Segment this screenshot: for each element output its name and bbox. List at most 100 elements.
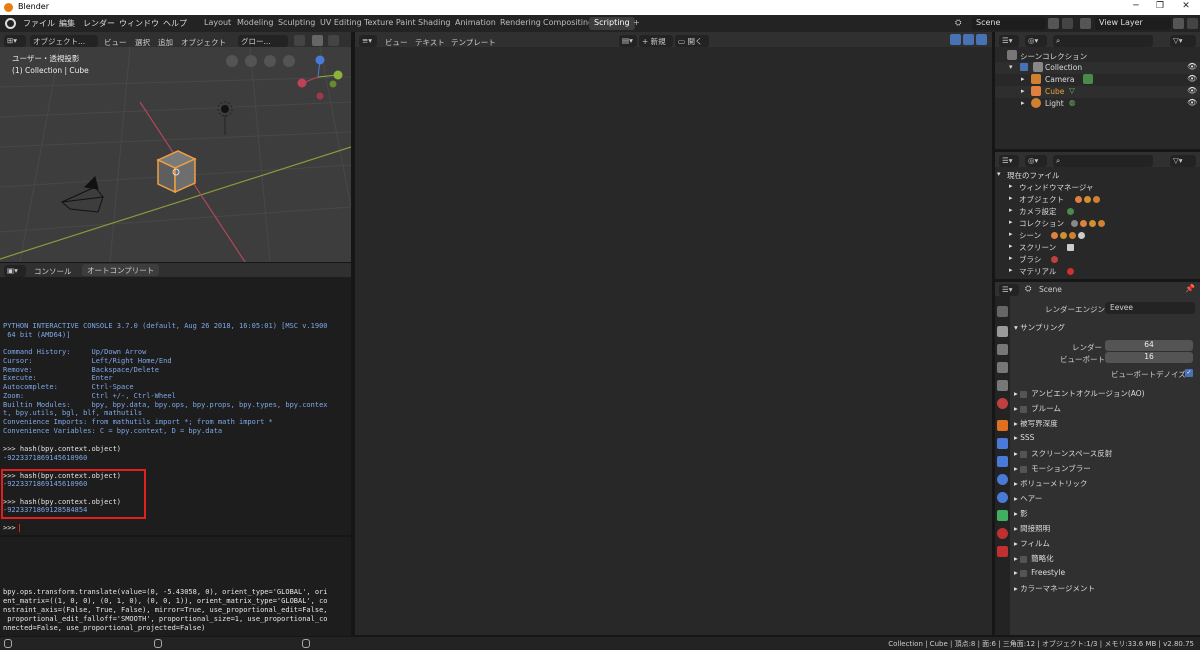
view-layer-icon[interactable] bbox=[1080, 18, 1091, 29]
outliner-row-collection[interactable]: ▾ Collection 👁 bbox=[995, 62, 1200, 74]
indirect-lighting-panel-header[interactable]: ▸ 間接照明 bbox=[1014, 523, 1196, 536]
bloom-panel-header[interactable]: ▸ ブルーム bbox=[1014, 403, 1196, 416]
render-tab-icon[interactable] bbox=[997, 326, 1008, 337]
menu-help[interactable]: ヘルプ bbox=[163, 18, 187, 29]
expand-arrow-icon[interactable]: ▸ bbox=[1009, 242, 1013, 250]
orientation-dropdown[interactable]: グロー... bbox=[238, 35, 288, 47]
modifier-tab-icon[interactable] bbox=[997, 438, 1008, 449]
delete-view-layer-icon[interactable] bbox=[1187, 18, 1198, 29]
outliner-row-camera[interactable]: ▸ Camera 👁 bbox=[995, 74, 1200, 86]
bloom-checkbox[interactable] bbox=[1020, 405, 1028, 413]
blender-menu-icon[interactable] bbox=[5, 18, 16, 29]
expand-arrow-icon[interactable]: ▸ bbox=[1021, 87, 1025, 95]
file-item-row[interactable]: ▸ スクリーン bbox=[995, 241, 1200, 253]
properties-editor-type-icon[interactable]: ☰▾ bbox=[999, 284, 1019, 296]
world-tab-icon[interactable] bbox=[997, 398, 1008, 409]
console-prompt[interactable]: >>> bbox=[3, 524, 20, 533]
info-log[interactable]: bpy.ops.transform.translate(value=(0, -5… bbox=[0, 537, 351, 636]
word-wrap-icon[interactable] bbox=[963, 34, 974, 45]
color-management-panel-header[interactable]: ▸ カラーマネージメント bbox=[1014, 583, 1196, 596]
expand-arrow-icon[interactable]: ▸ bbox=[1021, 99, 1025, 107]
sampling-panel-header[interactable]: ▾ サンプリング bbox=[1014, 322, 1196, 335]
volumetrics-panel-header[interactable]: ▸ ボリューメトリック bbox=[1014, 478, 1196, 491]
file-item-row[interactable]: ▸ マテリアル bbox=[995, 265, 1200, 277]
file-view-display-mode-icon[interactable]: ◎▾ bbox=[1025, 155, 1047, 167]
text-browse-icon[interactable]: ▤▾ bbox=[619, 35, 637, 47]
expand-arrow-icon[interactable]: ▾ bbox=[997, 170, 1001, 178]
sss-panel-header[interactable]: ▸ SSS bbox=[1014, 433, 1196, 446]
file-view-search-input[interactable]: ⌕ bbox=[1053, 155, 1153, 167]
add-workspace-button[interactable]: + bbox=[628, 17, 645, 30]
simplify-checkbox[interactable] bbox=[1020, 555, 1028, 563]
ao-panel-header[interactable]: ▸ アンビエントオクルージョン(AO) bbox=[1014, 388, 1196, 401]
expand-arrow-icon[interactable]: ▾ bbox=[1009, 63, 1013, 71]
data-tab-icon[interactable] bbox=[997, 510, 1008, 521]
expand-arrow-icon[interactable]: ▸ bbox=[1009, 206, 1013, 214]
expand-arrow-icon[interactable]: ▸ bbox=[1009, 254, 1013, 262]
camera-view-icon[interactable] bbox=[245, 55, 257, 67]
motion-blur-panel-header[interactable]: ▸ モーションブラー bbox=[1014, 463, 1196, 476]
zoom-icon[interactable] bbox=[283, 55, 295, 67]
snap-icon[interactable] bbox=[312, 35, 323, 46]
visibility-eye-icon[interactable]: 👁 bbox=[1187, 98, 1197, 107]
output-tab-icon[interactable] bbox=[997, 344, 1008, 355]
ssr-panel-header[interactable]: ▸ スクリーンスペース反射 bbox=[1014, 448, 1196, 461]
freestyle-panel-header[interactable]: ▸ Freestyle bbox=[1014, 568, 1196, 581]
menu-file[interactable]: ファイル bbox=[23, 18, 55, 29]
menu-window[interactable]: ウィンドウ bbox=[119, 18, 159, 29]
mode-dropdown[interactable]: オブジェクト... bbox=[30, 35, 98, 47]
file-item-row[interactable]: ▸ カメラ設定 bbox=[995, 205, 1200, 217]
visibility-eye-icon[interactable]: 👁 bbox=[1187, 86, 1197, 95]
film-panel-header[interactable]: ▸ フィルム bbox=[1014, 538, 1196, 551]
outliner-row-cube[interactable]: ▸ Cube ▽ 👁 bbox=[995, 86, 1200, 98]
line-numbers-icon[interactable] bbox=[950, 34, 961, 45]
physics-tab-icon[interactable] bbox=[997, 474, 1008, 485]
freestyle-checkbox[interactable] bbox=[1020, 569, 1028, 577]
view-layer-tab-icon[interactable] bbox=[997, 362, 1008, 373]
new-text-button[interactable]: + 新規 bbox=[639, 35, 673, 47]
expand-arrow-icon[interactable]: ▸ bbox=[1021, 75, 1025, 83]
scene-tab-icon[interactable] bbox=[997, 380, 1008, 391]
close-icon[interactable]: ✕ bbox=[1176, 1, 1196, 13]
new-view-layer-icon[interactable] bbox=[1173, 18, 1184, 29]
3d-viewport[interactable]: ユーザー・透視投影 (1) Collection | Cube bbox=[0, 47, 351, 262]
tab-layout[interactable]: Layout bbox=[199, 17, 236, 30]
syntax-highlight-icon[interactable] bbox=[976, 34, 987, 45]
console-editor-type-icon[interactable]: ▣▾ bbox=[4, 265, 26, 277]
outliner-search-input[interactable]: ⌕ bbox=[1053, 35, 1153, 47]
outliner-editor-type-icon[interactable]: ☰▾ bbox=[999, 35, 1019, 47]
shadows-panel-header[interactable]: ▸ 影 bbox=[1014, 508, 1196, 521]
motion-blur-checkbox[interactable] bbox=[1020, 465, 1028, 473]
grid-view-icon[interactable] bbox=[226, 55, 238, 67]
tab-animation[interactable]: Animation bbox=[450, 17, 501, 30]
visibility-eye-icon[interactable]: 👁 bbox=[1187, 74, 1197, 83]
checkbox-icon[interactable] bbox=[1020, 63, 1028, 71]
file-item-row[interactable]: ▸ ブラシ bbox=[995, 253, 1200, 265]
menu-edit[interactable]: 編集 bbox=[59, 18, 75, 29]
expand-arrow-icon[interactable]: ▸ bbox=[1009, 266, 1013, 274]
expand-arrow-icon[interactable]: ▸ bbox=[1009, 182, 1013, 190]
file-view-filter-icon[interactable]: ▽▾ bbox=[1170, 155, 1196, 167]
expand-arrow-icon[interactable]: ▸ bbox=[1009, 194, 1013, 202]
console-tab-console[interactable]: コンソール bbox=[34, 266, 72, 277]
expand-arrow-icon[interactable]: ▸ bbox=[1009, 218, 1013, 226]
expand-arrow-icon[interactable]: ▸ bbox=[1009, 230, 1013, 238]
constraints-tab-icon[interactable] bbox=[997, 492, 1008, 503]
file-view-editor-type-icon[interactable]: ☰▾ bbox=[999, 155, 1019, 167]
tab-sculpting[interactable]: Sculpting bbox=[273, 17, 320, 30]
open-text-button[interactable]: ▭ 開く bbox=[675, 35, 709, 47]
maximize-icon[interactable]: ❐ bbox=[1150, 1, 1170, 13]
file-item-row[interactable]: ▸ オブジェクト bbox=[995, 193, 1200, 205]
tab-modeling[interactable]: Modeling bbox=[232, 17, 278, 30]
outliner-display-mode-icon[interactable]: ◎▾ bbox=[1025, 35, 1047, 47]
minimize-icon[interactable]: ─ bbox=[1126, 1, 1146, 13]
scene-selector[interactable]: Scene bbox=[972, 17, 1046, 30]
text-editor-area[interactable] bbox=[355, 47, 992, 635]
text-editor-type-icon[interactable]: ≡▾ bbox=[359, 35, 377, 47]
new-scene-icon[interactable] bbox=[1048, 18, 1059, 29]
pivot-icon[interactable] bbox=[294, 35, 305, 46]
view-layer-selector[interactable]: View Layer bbox=[1095, 17, 1171, 30]
python-console[interactable]: PYTHON INTERACTIVE CONSOLE 3.7.0 (defaul… bbox=[0, 277, 351, 535]
editor-type-icon[interactable]: ⊞▾ bbox=[4, 35, 26, 47]
cube-object[interactable] bbox=[156, 150, 197, 194]
